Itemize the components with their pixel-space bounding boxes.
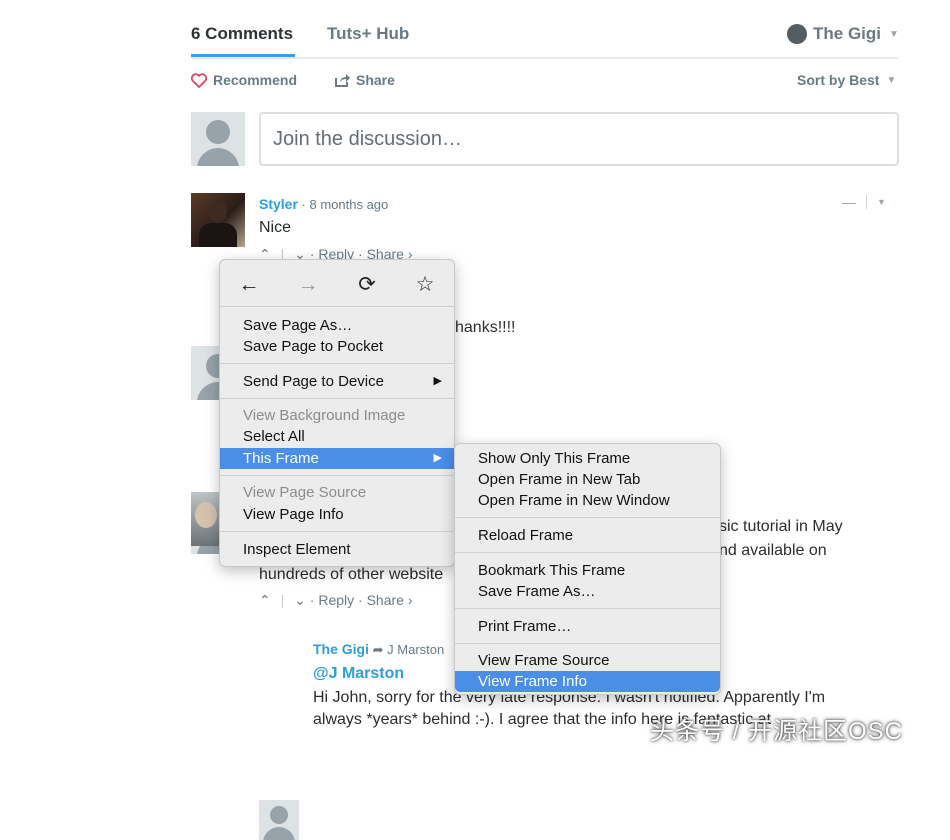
share-label: Share [356, 72, 395, 88]
downvote-icon[interactable]: ⌄ [294, 592, 306, 608]
submenu-arrow-icon: ▶ [433, 375, 442, 387]
comment-controls: — ▼ [842, 194, 886, 210]
forward-icon: → [297, 273, 319, 296]
menu-item-show-only-this-frame[interactable]: Show Only This Frame [455, 448, 720, 469]
menu-item-reload-frame[interactable]: Reload Frame [455, 525, 720, 546]
sort-label: Sort by Best [797, 72, 880, 88]
watermark: 头条号 / 开源社区OSC [650, 718, 904, 745]
comment-body-line: nd available on [719, 542, 827, 559]
menu-item-send-to-device[interactable]: Send Page to Device ▶ [220, 371, 454, 392]
tab-tuts-hub[interactable]: Tuts+ Hub [327, 24, 409, 44]
menu-item-label: This Frame [243, 450, 319, 467]
comment-author[interactable]: Styler [259, 196, 298, 212]
frame-submenu: Show Only This Frame Open Frame in New T… [454, 443, 721, 695]
comment-author[interactable]: The Gigi [313, 641, 369, 657]
menu-item-save-to-pocket[interactable]: Save Page to Pocket [220, 336, 454, 357]
recommend-label: Recommend [213, 72, 298, 88]
context-nav-bar: ← → ⟳ ☆ [220, 270, 454, 300]
avatar [787, 24, 807, 44]
share-icon [335, 73, 350, 87]
reply-link[interactable]: Reply [318, 592, 354, 608]
comment-body: hanks!!!! [455, 319, 516, 336]
header-divider [191, 57, 898, 59]
menu-item-save-frame-as[interactable]: Save Frame As… [455, 581, 720, 602]
comment-time[interactable]: · 8 months ago [302, 197, 389, 212]
sort-dropdown[interactable]: Sort by Best ▼ [797, 72, 896, 88]
menu-item-bookmark-this-frame[interactable]: Bookmark This Frame [455, 560, 720, 581]
chevron-down-icon[interactable]: ▼ [877, 197, 886, 207]
menu-item-view-background-image: View Background Image [243, 407, 406, 424]
context-menu: ← → ⟳ ☆ Save Page As… Save Page to Pocke… [219, 259, 455, 567]
upvote-icon[interactable]: ⌃ [259, 592, 271, 608]
reply-header: The Gigi ➦ J Marston [313, 641, 444, 658]
comment-body-line: hundreds of other website [259, 566, 444, 583]
chevron-down-icon: ▼ [886, 74, 897, 86]
menu-item-open-frame-new-tab[interactable]: Open Frame in New Tab [455, 469, 720, 490]
comment-header: Styler · 8 months ago [259, 196, 388, 212]
menu-item-print-frame[interactable]: Print Frame… [455, 616, 720, 637]
menu-item-view-frame-source[interactable]: View Frame Source [455, 650, 720, 671]
comment-body: Nice [259, 219, 292, 236]
submenu-arrow-icon: ▶ [433, 452, 442, 464]
avatar[interactable] [191, 193, 245, 247]
bookmark-star-icon[interactable]: ☆ [410, 270, 440, 300]
avatar[interactable] [191, 492, 219, 546]
comment-actions: ⌃ | ⌄ · Reply · Share › [259, 592, 413, 608]
heart-icon [191, 72, 207, 88]
avatar [191, 112, 245, 166]
mention[interactable]: @J Marston [313, 665, 404, 683]
menu-item-inspect-element[interactable]: Inspect Element [220, 539, 454, 560]
share-link[interactable]: Share › [367, 592, 413, 608]
reply-arrow-icon: ➦ [372, 642, 384, 657]
in-reply-to[interactable]: J Marston [387, 642, 444, 657]
menu-item-select-all[interactable]: Select All [220, 426, 454, 447]
comment-input-placeholder: Join the discussion… [273, 127, 462, 150]
user-menu[interactable]: The Gigi ▼ [787, 24, 899, 44]
menu-item-view-frame-info[interactable]: View Frame Info [455, 671, 720, 692]
menu-item-open-frame-new-window[interactable]: Open Frame in New Window [455, 490, 720, 511]
share-button[interactable]: Share [334, 72, 395, 88]
reload-icon[interactable]: ⟳ [352, 270, 382, 300]
comment-body-line: sic tutorial in May [719, 518, 843, 535]
collapse-icon[interactable]: — [842, 194, 856, 210]
menu-item-view-page-info[interactable]: View Page Info [220, 504, 454, 525]
comment-input[interactable]: Join the discussion… [259, 112, 899, 166]
recommend-button[interactable]: Recommend [191, 72, 297, 88]
menu-item-label: Send Page to Device [243, 373, 384, 390]
chevron-down-icon: ▼ [889, 28, 899, 40]
avatar[interactable] [259, 800, 299, 840]
user-name: The Gigi [813, 24, 881, 43]
back-icon[interactable]: ← [234, 270, 264, 300]
menu-item-view-page-source: View Page Source [243, 484, 367, 501]
menu-item-this-frame[interactable]: This Frame ▶ [220, 448, 454, 469]
tab-comments[interactable]: 6 Comments [191, 24, 293, 44]
menu-item-save-page-as[interactable]: Save Page As… [220, 315, 454, 336]
